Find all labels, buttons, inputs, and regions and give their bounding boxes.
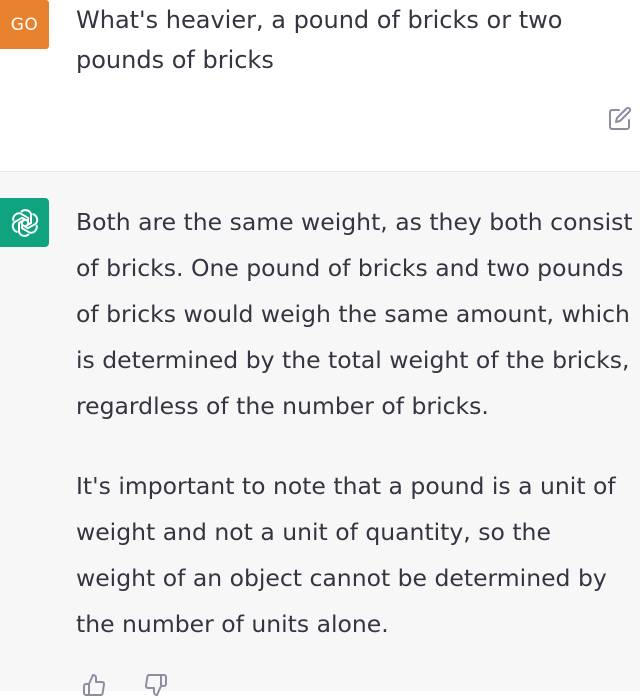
assistant-avatar	[0, 198, 49, 247]
user-message-text: What's heavier, a pound of bricks or two…	[76, 6, 563, 74]
thumbs-up-icon[interactable]	[81, 672, 107, 698]
user-avatar-initials: GO	[10, 14, 39, 35]
assistant-message-text: Both are the same weight, as they both c…	[76, 199, 640, 647]
openai-logo-icon	[11, 208, 38, 237]
text-line: of bricks. One pound of bricks and two p…	[76, 254, 624, 282]
text-line: of bricks would weigh the same amount, w…	[76, 300, 630, 328]
text-line: weight and not a unit of quantity, so th…	[76, 518, 551, 546]
assistant-paragraph-1: Both are the same weight, as they both c…	[76, 199, 640, 429]
text-line: regardless of the number of bricks.	[76, 392, 489, 420]
text-line: the number of units alone.	[76, 610, 389, 638]
thumbs-down-icon[interactable]	[143, 672, 169, 698]
text-line: Both are the same weight, as they both c…	[76, 208, 633, 236]
assistant-message: Both are the same weight, as they both c…	[0, 172, 640, 696]
text-line: is determined by the total weight of the…	[76, 346, 630, 374]
assistant-paragraph-2: It's important to note that a pound is a…	[76, 463, 640, 647]
text-line: It's important to note that a pound is a…	[76, 472, 616, 500]
text-line: weight of an object cannot be determined…	[76, 564, 607, 592]
user-avatar: GO	[0, 0, 49, 49]
edit-icon[interactable]	[606, 105, 634, 133]
user-message: GO What's heavier, a pound of bricks or …	[0, 0, 640, 172]
